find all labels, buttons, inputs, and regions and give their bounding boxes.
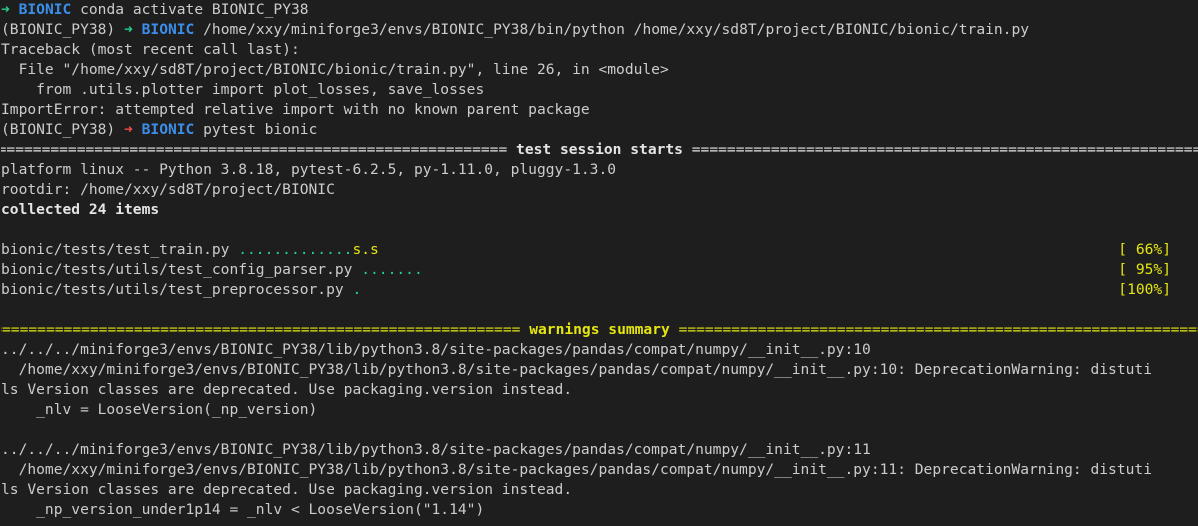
warnings-separator: ========================================… — [1, 320, 1198, 340]
test-file: bionic/tests/utils/test_preprocessor.py — [1, 281, 353, 298]
traceback-error: ImportError: attempted relative import w… — [1, 101, 590, 118]
prompt-dir: BIONIC — [18, 1, 72, 18]
prompt-dir: BIONIC — [141, 121, 195, 138]
pass-dots: . — [352, 281, 362, 298]
warning-message: ls Version classes are deprecated. Use p… — [1, 481, 573, 498]
collected-info: collected 24 items — [1, 201, 160, 218]
prompt-line-3: (BIONIC_PY38) ➜ BIONIC pytest bionic — [1, 120, 1198, 140]
warning-code: _nlv = LooseVersion(_np_version) — [1, 401, 318, 418]
progress-percent: [ 66%] — [1118, 241, 1171, 258]
prompt-env: (BIONIC_PY38) — [1, 21, 116, 38]
prompt-command: /home/xxy/miniforge3/envs/BIONIC_PY38/bi… — [203, 21, 1030, 38]
warning-message: ls Version classes are deprecated. Use p… — [1, 381, 573, 398]
session-title: test session starts — [507, 141, 692, 158]
separator-fill: ========================================… — [1, 321, 521, 338]
terminal-output[interactable]: ➜ BIONIC conda activate BIONIC_PY38 (BIO… — [0, 0, 1198, 520]
session-separator: ========================================… — [1, 140, 1198, 160]
prompt-line-2: (BIONIC_PY38) ➜ BIONIC /home/xxy/minifor… — [1, 20, 1198, 40]
rootdir-info: rootdir: /home/xxy/sd8T/project/BIONIC — [1, 181, 335, 198]
warnings-title: warnings summary — [520, 321, 679, 338]
warning-code: _np_version_under1p14 = _nlv < LooseVers… — [1, 501, 485, 518]
warning-message: /home/xxy/miniforge3/envs/BIONIC_PY38/li… — [1, 461, 1152, 478]
test-result-row: bionic/tests/utils/test_config_parser.py… — [1, 260, 1198, 280]
prompt-arrow-icon: ➜ — [124, 21, 133, 38]
warning-message: /home/xxy/miniforge3/envs/BIONIC_PY38/li… — [1, 361, 1152, 378]
separator-fill: ========================================… — [678, 321, 1198, 338]
test-result-row: bionic/tests/utils/test_preprocessor.py … — [1, 280, 1198, 300]
traceback-file: File "/home/xxy/sd8T/project/BIONIC/bion… — [1, 61, 669, 78]
prompt-command: pytest bionic — [203, 121, 318, 138]
test-file: bionic/tests/test_train.py — [1, 241, 239, 258]
test-result-row: bionic/tests/test_train.py .............… — [1, 240, 1198, 260]
progress-percent: [100%] — [1118, 281, 1171, 298]
test-file: bionic/tests/utils/test_config_parser.py — [1, 261, 362, 278]
platform-info: platform linux -- Python 3.8.18, pytest-… — [1, 161, 617, 178]
prompt-arrow-icon: ➜ — [124, 121, 133, 138]
prompt-env: (BIONIC_PY38) — [1, 121, 116, 138]
traceback-header: Traceback (most recent call last): — [1, 41, 300, 58]
prompt-command: conda activate BIONIC_PY38 — [80, 1, 309, 18]
prompt-arrow-icon: ➜ — [1, 1, 10, 18]
prompt-line-1: ➜ BIONIC conda activate BIONIC_PY38 — [1, 0, 1198, 20]
separator-fill: ========================================… — [691, 141, 1198, 158]
warning-location: ../../../miniforge3/envs/BIONIC_PY38/lib… — [1, 341, 871, 358]
warning-location: ../../../miniforge3/envs/BIONIC_PY38/lib… — [1, 441, 871, 458]
separator-fill: ========================================… — [1, 141, 508, 158]
prompt-dir: BIONIC — [141, 21, 195, 38]
pass-dots: ....... — [361, 261, 423, 278]
pass-dots: ............. — [238, 241, 353, 258]
traceback-code: from .utils.plotter import plot_losses, … — [1, 81, 485, 98]
progress-percent: [ 95%] — [1118, 261, 1171, 278]
skip-marks: s.s — [352, 241, 379, 258]
